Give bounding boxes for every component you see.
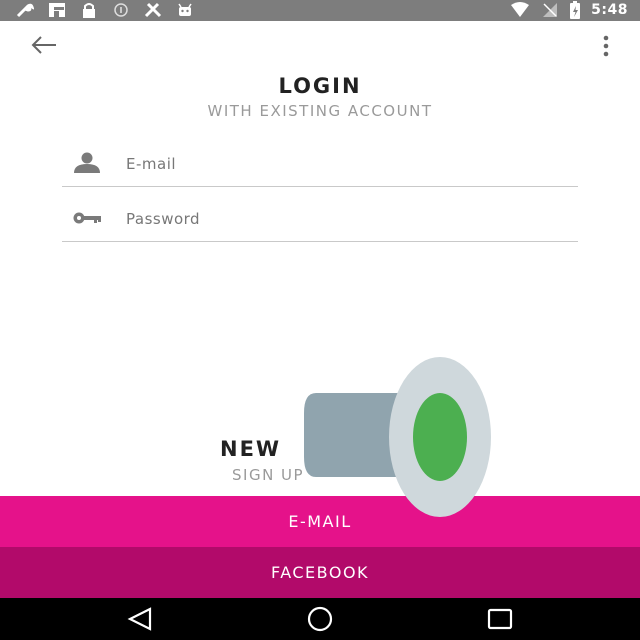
- info-icon: [114, 3, 128, 17]
- arrow-back-icon[interactable]: [30, 35, 58, 55]
- home-circle-icon[interactable]: [300, 606, 340, 632]
- password-input[interactable]: [124, 203, 568, 235]
- tools-icon: [144, 2, 162, 18]
- key-icon: [73, 212, 101, 224]
- navigation-bar: [0, 598, 640, 640]
- more-vert-icon[interactable]: [602, 35, 610, 57]
- status-time: 5:48: [591, 2, 628, 18]
- person-icon: [74, 152, 100, 173]
- android-icon: [178, 3, 192, 16]
- wrench-icon: [16, 3, 34, 18]
- lock-icon: [83, 3, 95, 18]
- flipboard-icon: [49, 3, 65, 17]
- login-title: LOGIN: [278, 74, 362, 98]
- status-bar: 5:48: [0, 0, 640, 21]
- password-field-row: [62, 201, 578, 242]
- signup-subtitle: SIGN UP: [232, 466, 305, 484]
- email-input[interactable]: [124, 148, 568, 180]
- wifi-icon: [511, 2, 530, 17]
- battery-icon: [570, 1, 581, 19]
- login-subtitle: WITH EXISTING ACCOUNT: [207, 102, 433, 120]
- signal-icon: [543, 3, 558, 17]
- recents-square-icon[interactable]: [480, 606, 520, 632]
- app-bar: [0, 21, 640, 69]
- facebook-button[interactable]: FACEBOOK: [0, 547, 640, 598]
- email-field-row: [62, 146, 578, 187]
- back-triangle-icon[interactable]: [122, 606, 162, 632]
- signup-title: NEW: [220, 437, 282, 461]
- overlay-graphic: [304, 357, 491, 517]
